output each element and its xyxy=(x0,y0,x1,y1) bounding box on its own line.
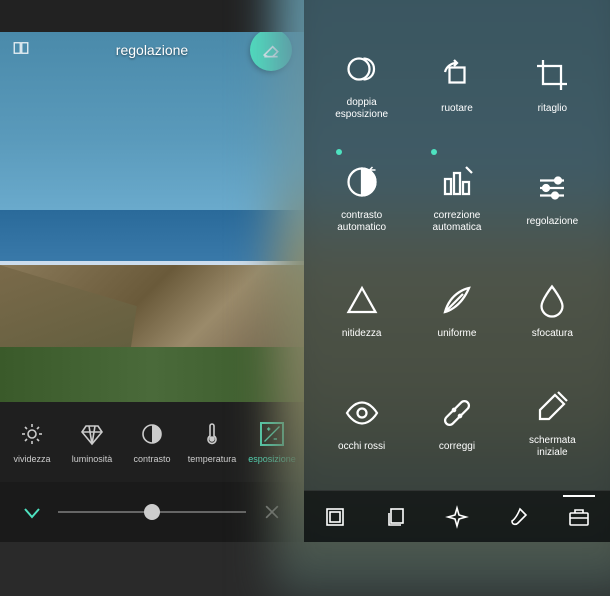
grid-label: nitidezza xyxy=(342,328,381,339)
half-circle-icon xyxy=(140,422,164,446)
active-dot-icon xyxy=(431,149,437,155)
sliders-icon xyxy=(534,170,570,206)
grid-nitidezza[interactable]: nitidezza xyxy=(314,255,409,368)
tool-label: temperatura xyxy=(188,454,237,464)
photo-image xyxy=(0,32,304,402)
editor-panel: regolazione vividezza luminosità contras… xyxy=(0,0,304,542)
active-dot-icon xyxy=(336,149,342,155)
grid-label2: automatico xyxy=(337,222,386,233)
tool-label: contrasto xyxy=(133,454,170,464)
slider-thumb[interactable] xyxy=(144,504,160,520)
tool-luminosita[interactable]: luminosità xyxy=(62,416,122,468)
status-bar xyxy=(0,0,304,32)
grid-contrasto-automatico[interactable]: contrastoautomatico xyxy=(314,143,409,256)
grid-doppia-esposizione[interactable]: doppiaesposizione xyxy=(314,30,409,143)
drop-icon xyxy=(534,282,570,318)
nav-toolbox[interactable] xyxy=(565,503,593,531)
tool-label: vividezza xyxy=(13,454,50,464)
grid-uniforme[interactable]: uniforme xyxy=(409,255,504,368)
chevron-down-icon xyxy=(20,500,44,524)
bandaid-icon xyxy=(439,395,475,431)
sparkle-icon xyxy=(445,505,469,529)
grid-correggi[interactable]: correggi xyxy=(409,368,504,481)
frame-icon xyxy=(323,505,347,529)
grid-occhi-rossi[interactable]: occhi rossi xyxy=(314,368,409,481)
feather-icon xyxy=(439,282,475,318)
correction-auto-icon xyxy=(439,164,475,200)
grid-label: occhi rossi xyxy=(338,441,385,452)
grid-label: contrasto xyxy=(341,210,382,221)
grid-ritaglio[interactable]: ritaglio xyxy=(505,30,600,143)
tool-label: luminosità xyxy=(72,454,113,464)
brush-icon xyxy=(506,505,530,529)
grid-correzione-automatica[interactable]: correzioneautomatica xyxy=(409,143,504,256)
grid-regolazione[interactable]: regolazione xyxy=(505,143,600,256)
grid-label: correggi xyxy=(439,441,475,452)
editor-title: regolazione xyxy=(116,42,188,58)
diamond-icon xyxy=(80,422,104,446)
bottom-nav xyxy=(304,490,610,542)
sun-icon xyxy=(20,422,44,446)
toolbox-icon xyxy=(567,505,591,529)
grid-label2: iniziale xyxy=(537,447,568,458)
grid-sfocatura[interactable]: sfocatura xyxy=(505,255,600,368)
nav-layers[interactable] xyxy=(382,503,410,531)
app-root: regolazione vividezza luminosità contras… xyxy=(0,0,610,542)
grid-label: schermata xyxy=(529,435,576,446)
nav-brush[interactable] xyxy=(504,503,532,531)
intensity-slider[interactable] xyxy=(58,511,246,513)
photo-canvas[interactable]: regolazione xyxy=(0,32,304,402)
tool-vividezza[interactable]: vividezza xyxy=(2,416,62,468)
grid-label: ritaglio xyxy=(538,103,567,114)
tool-contrasto[interactable]: contrasto xyxy=(122,416,182,468)
editor-top-bar: regolazione xyxy=(0,42,304,58)
adjustment-tool-strip: vividezza luminosità contrasto temperatu… xyxy=(0,402,304,482)
rotate-icon xyxy=(439,57,475,93)
grid-label: sfocatura xyxy=(532,328,573,339)
tools-panel: doppiaesposizione ruotare ritaglio contr… xyxy=(304,0,610,542)
grid-label: uniforme xyxy=(438,328,477,339)
slider-row xyxy=(0,482,304,542)
double-exposure-icon xyxy=(344,51,380,87)
triangle-icon xyxy=(344,282,380,318)
grid-label: ruotare xyxy=(441,103,473,114)
grid-label: doppia xyxy=(347,97,377,108)
thermometer-icon xyxy=(200,422,224,446)
contrast-auto-icon xyxy=(344,164,380,200)
nav-frame[interactable] xyxy=(321,503,349,531)
grid-label2: automatica xyxy=(433,222,482,233)
crop-icon xyxy=(534,57,570,93)
grid-label: regolazione xyxy=(526,216,578,227)
eye-icon xyxy=(344,395,380,431)
confirm-button[interactable] xyxy=(18,498,46,526)
tool-grid: doppiaesposizione ruotare ritaglio contr… xyxy=(304,0,610,490)
splash-icon xyxy=(534,389,570,425)
compare-icon[interactable] xyxy=(12,39,30,62)
layers-icon xyxy=(384,505,408,529)
grid-schermata-iniziale[interactable]: schermatainiziale xyxy=(505,368,600,481)
grid-label: correzione xyxy=(434,210,481,221)
grid-label2: esposizione xyxy=(335,109,388,120)
grid-ruotare[interactable]: ruotare xyxy=(409,30,504,143)
nav-effects[interactable] xyxy=(443,503,471,531)
tool-temperatura[interactable]: temperatura xyxy=(182,416,242,468)
